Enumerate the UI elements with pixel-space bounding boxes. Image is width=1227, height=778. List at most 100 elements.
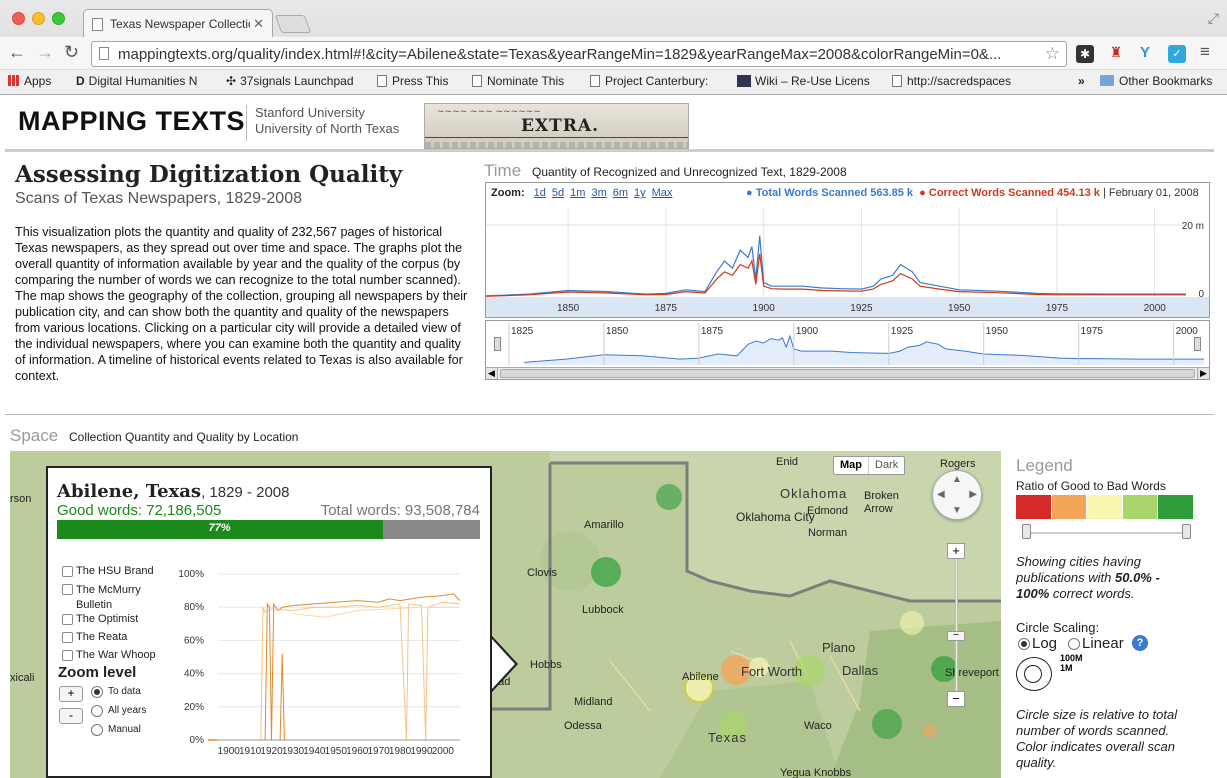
pan-control[interactable]: ▲ ▼ ◀ ▶ [932, 470, 982, 520]
range-slider-min-handle[interactable] [1022, 524, 1031, 539]
site-orgs: Stanford University University of North … [246, 105, 399, 141]
y-tick-label: 40% [184, 669, 204, 680]
zoom-radio-manual[interactable] [91, 724, 103, 736]
scroll-thumb[interactable] [500, 369, 1195, 378]
minimize-window-icon[interactable] [32, 12, 45, 25]
section-divider [5, 414, 1214, 415]
extension-icon[interactable]: ✱ [1076, 45, 1094, 63]
new-tab-button[interactable] [274, 15, 312, 33]
map-zoom-out-button[interactable]: − [947, 691, 965, 707]
folder-icon [1100, 75, 1114, 86]
space-section-subtitle: Collection Quantity and Quality by Locat… [69, 430, 299, 444]
paper-checkbox[interactable] [62, 632, 73, 643]
city-label: Rogers [940, 458, 976, 470]
range-slider-max-handle[interactable] [1182, 524, 1191, 539]
x-tick-label: 1980 [389, 746, 412, 757]
navigator-scrollbar[interactable]: ◀ ▶ [486, 367, 1209, 379]
range-handle-right[interactable] [1194, 337, 1201, 351]
scale-linear-radio[interactable] [1068, 638, 1080, 650]
time-section-subtitle: Quantity of Recognized and Unrecognized … [532, 165, 847, 179]
x-tick-label: 1875 [655, 303, 678, 314]
zoom-option-label: All years [108, 705, 147, 716]
paper-label: The Reata [76, 631, 128, 643]
site-title[interactable]: MAPPING TEXTS [18, 106, 245, 137]
x-tick-label: 1975 [1046, 303, 1069, 314]
color-scale [1016, 495, 1194, 519]
timeline-navigator[interactable]: 1825 1850 1875 1900 1925 1950 1975 2000 ◀ ▶ [485, 320, 1210, 380]
zoom-slider-track[interactable] [955, 551, 958, 696]
page-icon [99, 47, 109, 60]
paper-label: The HSU Brand [76, 565, 154, 577]
bookmark-item[interactable]: Wiki – Re-Use Licens [737, 74, 873, 88]
tab-title: Texas Newspaper Collectio [110, 17, 250, 31]
zoom-slider-thumb[interactable]: − [947, 631, 965, 641]
legend-showing-text: Showing cities having publications with … [1016, 554, 1160, 601]
city-label: Plano [822, 640, 856, 655]
quality-percent: 77% [208, 522, 231, 534]
bookmark-item[interactable]: Press This [377, 74, 448, 88]
popup-zoom-out-button[interactable]: - [59, 708, 83, 724]
page-icon [892, 75, 902, 87]
help-icon[interactable]: ? [1132, 635, 1148, 651]
map-zoom-in-button[interactable]: + [947, 543, 965, 559]
x-tick-label: 1900 [218, 746, 241, 757]
paper-checkbox[interactable] [62, 566, 73, 577]
bookmark-item[interactable]: ✣ 37signals Launchpad [226, 74, 354, 88]
nav-tick-label: 1950 [986, 326, 1009, 337]
city-circle[interactable] [923, 724, 937, 738]
y-tick-label: 20% [184, 702, 204, 713]
fullscreen-icon[interactable]: ⤢ [1208, 10, 1219, 27]
city-label: Oklahoma City [736, 510, 815, 524]
bookmark-item[interactable]: D Digital Humanities N [76, 74, 208, 88]
paper-checkbox[interactable] [62, 614, 73, 625]
maximize-window-icon[interactable] [52, 12, 65, 25]
map-type-dark[interactable]: Dark [869, 457, 904, 474]
map-type-control: Map Dark [833, 456, 906, 475]
bookmark-item[interactable]: Nominate This [472, 74, 564, 88]
bookmark-item[interactable]: Project Canterbury: [590, 74, 720, 88]
legend-ratio-label: Ratio of Good to Bad Words [1016, 479, 1166, 493]
address-bar[interactable]: mappingtexts.org/quality/index.html#!&ci… [91, 41, 1067, 67]
city-circle[interactable] [656, 484, 682, 510]
extension-icon[interactable]: ♜ [1106, 44, 1126, 62]
scale-log-radio[interactable] [1018, 638, 1030, 650]
range-handle-left[interactable] [494, 337, 501, 351]
newspaper-headline: EXTRA. [521, 116, 600, 136]
extension-icon[interactable]: Y [1140, 44, 1150, 61]
browser-tab[interactable]: Texas Newspaper Collectio ✕ [83, 9, 273, 37]
city-circle[interactable] [872, 709, 902, 739]
menu-icon[interactable]: ≡ [1200, 42, 1210, 62]
extension-icon[interactable]: ✓ [1168, 45, 1186, 63]
paper-checkbox[interactable] [62, 650, 73, 661]
city-label: Norman [808, 527, 848, 539]
reload-icon[interactable]: ↻ [64, 42, 79, 63]
city-label: Clovis [527, 567, 557, 579]
nav-tick-label: 1825 [511, 326, 534, 337]
zoom-radio-to-data[interactable] [91, 686, 103, 698]
bookmark-item[interactable]: http://sacredspaces [892, 74, 1022, 88]
city-circle[interactable] [900, 611, 924, 635]
bookmark-other[interactable]: Other Bookmarks [1100, 74, 1212, 88]
scroll-right-icon[interactable]: ▶ [1197, 368, 1209, 379]
zoom-radio-all-years[interactable] [91, 705, 103, 717]
map-type-map[interactable]: Map [834, 457, 869, 474]
paper-checkbox[interactable] [62, 584, 73, 595]
x-tick-label: 2000 [432, 746, 455, 757]
chevron-right-icon[interactable]: » [1078, 74, 1085, 88]
star-icon[interactable]: ☆ [1045, 44, 1060, 64]
back-icon[interactable]: ← [8, 42, 26, 63]
x-tick-label: 1990 [410, 746, 433, 757]
series-line-total [486, 235, 1186, 297]
y-tick-label: 100% [178, 569, 204, 580]
color-swatch [1122, 495, 1159, 519]
forward-icon[interactable]: → [36, 42, 54, 63]
space-section-label: Space [10, 426, 59, 445]
range-slider[interactable] [1016, 522, 1216, 544]
popup-zoom-in-button[interactable]: + [59, 686, 83, 702]
close-tab-icon[interactable]: ✕ [253, 16, 264, 32]
close-window-icon[interactable] [12, 12, 25, 25]
city-circle[interactable] [591, 557, 621, 587]
popup-city: Abilene, Texas [57, 481, 202, 502]
bookmark-apps[interactable]: Apps [8, 74, 51, 88]
scroll-left-icon[interactable]: ◀ [486, 368, 498, 379]
